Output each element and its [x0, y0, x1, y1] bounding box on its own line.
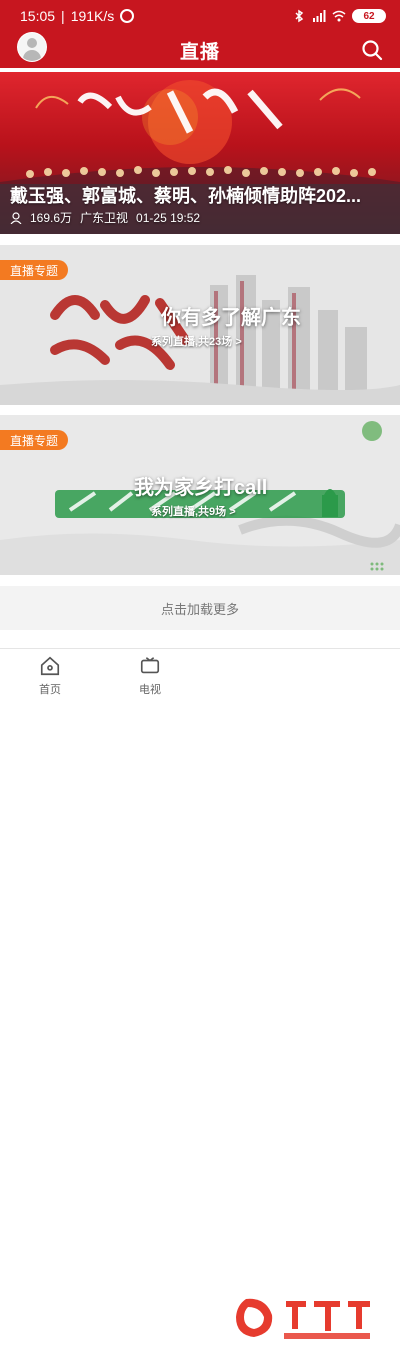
- search-icon[interactable]: [360, 38, 384, 62]
- topic-card-hometown[interactable]: 直播专题 我为家乡打call 系列直播,共9场 >: [0, 415, 400, 575]
- avatar[interactable]: [17, 32, 47, 62]
- topic-title: 我为家乡打call: [134, 477, 268, 499]
- signal-icon: [312, 9, 326, 23]
- home-icon: [40, 656, 60, 676]
- topic-tag: 直播专题: [0, 430, 69, 450]
- bluetooth-icon: [292, 9, 306, 23]
- site-watermark-logo: [236, 1298, 370, 1339]
- app-bar: 直播: [0, 32, 400, 68]
- user-icon: [10, 211, 22, 224]
- status-left: 15:05 | 191K/s: [20, 8, 135, 24]
- tab-label-tv: 电视: [139, 684, 161, 696]
- featured-live-title: 戴玉强、郭富城、蔡明、孙楠倾情助阵202...: [10, 186, 362, 206]
- topic-title: 你有多了解广东: [161, 307, 301, 329]
- tab-label-home: 首页: [39, 684, 61, 696]
- featured-live-meta: 169.6万 广东卫视 01-25 19:52: [10, 209, 200, 226]
- alarm-icon: [120, 9, 135, 23]
- network-speed: 191K/s: [70, 8, 115, 24]
- avatar-head-icon: [27, 38, 37, 48]
- viewer-count: 169.6万: [30, 211, 73, 225]
- channel-name: 广东卫视: [80, 211, 129, 225]
- status-time: 15:05: [20, 8, 56, 24]
- status-right: 62: [292, 9, 386, 23]
- topic-card-guangdong[interactable]: 直播专题 你有多了解广东 系列直播,共23场 >: [0, 245, 400, 405]
- tab-home[interactable]: 首页: [20, 655, 80, 697]
- live-time: 01-25 19:52: [136, 210, 201, 225]
- bottom-tab-bar: 首页 电视: [0, 648, 400, 1339]
- topic-subtitle: 系列直播,共23场 >: [151, 336, 242, 348]
- topic-tag: 直播专题: [0, 260, 69, 280]
- avatar-body-icon: [23, 50, 41, 61]
- topic-subtitle: 系列直播,共9场 >: [151, 506, 236, 518]
- battery-icon: 62: [352, 9, 386, 23]
- load-more-button[interactable]: 点击加载更多: [0, 586, 400, 630]
- status-divider: |: [61, 8, 65, 24]
- tv-icon: [140, 657, 160, 674]
- page-title: 直播: [179, 41, 220, 63]
- live-card-featured[interactable]: 戴玉强、郭富城、蔡明、孙楠倾情助阵202... 169.6万 广东卫视 01-2…: [0, 72, 400, 234]
- status-bar: 15:05 | 191K/s 62: [0, 0, 400, 32]
- tab-tv[interactable]: 电视: [120, 655, 180, 697]
- wifi-icon: [332, 9, 346, 23]
